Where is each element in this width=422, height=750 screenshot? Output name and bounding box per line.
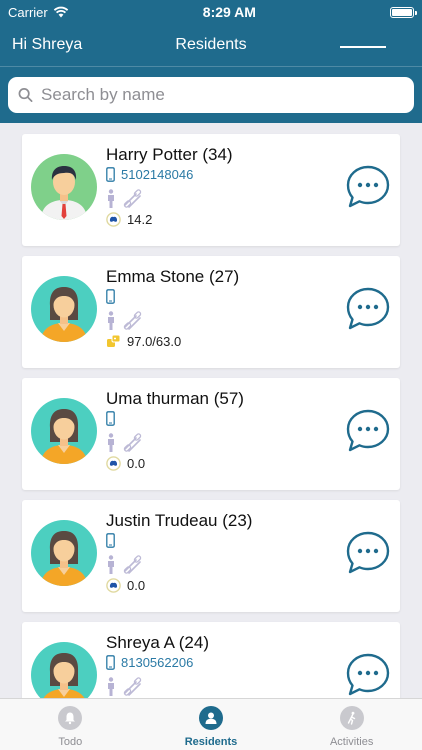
attributes-row [106,555,144,575]
app-header: Carrier 8:29 AM Hi Shreya Residents [0,0,422,123]
female-avatar-icon [31,276,97,342]
person-icon [199,706,223,730]
vital-value: 0.0 [127,578,146,593]
vital-value: 97.0/63.0 [127,334,182,349]
gender-icon [108,555,114,574]
tab-label: Residents [184,736,238,748]
attributes-row [106,433,144,453]
tab-todo[interactable]: Todo [0,699,141,750]
walking-icon [339,706,364,730]
female-avatar-icon [31,398,97,464]
mobile-phone-icon [106,411,115,426]
resident-name: Uma thurman (57) [106,389,244,408]
phone-number[interactable]: 5102148046 [121,167,193,182]
search-bar-container [0,66,422,123]
resident-card[interactable]: Justin Trudeau (23) 0.0 [22,500,400,612]
search-bar[interactable] [8,77,414,113]
vital-row: 97.0/63.0 [106,334,181,349]
mobile-phone-icon [106,655,115,670]
tab-bar: Todo Residents Activities [0,698,422,750]
stomach-icon [106,578,121,593]
chat-bubble-icon[interactable] [345,164,391,210]
chat-bubble-icon[interactable] [345,408,391,454]
gender-icon [108,677,114,696]
resident-name: Harry Potter (34) [106,145,233,164]
female-avatar-icon [31,520,97,586]
gender-icon [108,433,114,452]
phone-row[interactable] [106,289,121,304]
resident-card[interactable]: Uma thurman (57) 0.0 [22,378,400,490]
phone-row[interactable]: 5102148046 [106,167,193,182]
vital-row: 0.0 [106,456,145,471]
link-icon [123,433,142,452]
navigation-bar: Hi Shreya Residents [0,24,422,66]
phone-row[interactable] [106,411,121,426]
tab-label: Todo [58,736,83,748]
battery-icon [390,6,417,18]
status-bar: Carrier 8:29 AM [0,0,422,24]
attributes-row [106,677,144,697]
female-avatar-icon [31,642,97,700]
resident-name: Emma Stone (27) [106,267,240,286]
resident-name: Shreya A (24) [106,633,210,652]
resident-card[interactable]: Shreya A (24) 8130562206 [22,622,400,700]
mobile-phone-icon [106,533,115,548]
gender-icon [108,311,114,330]
link-icon [123,677,142,696]
tab-activities[interactable]: Activities [281,699,422,750]
male-avatar-icon [31,154,97,220]
resident-card[interactable]: Emma Stone (27) 97.0/63.0 [22,256,400,368]
link-icon [123,555,142,574]
chat-bubble-icon[interactable] [345,652,391,698]
stomach-icon [106,456,121,471]
tab-label: Activities [329,736,374,748]
vital-row: 0.0 [106,578,145,593]
residents-list[interactable]: Harry Potter (34) 5102148046 14.2 Emma S… [0,124,422,700]
blood-pressure-icon [107,334,121,347]
bell-icon [58,706,83,730]
chat-bubble-icon[interactable] [345,286,391,332]
menu-indicator[interactable] [340,46,386,48]
link-icon [123,189,142,208]
vital-value: 0.0 [127,456,146,471]
search-icon [18,88,33,102]
resident-card[interactable]: Harry Potter (34) 5102148046 14.2 [22,134,400,246]
attributes-row [106,311,144,331]
vital-value: 14.2 [127,212,153,227]
mobile-phone-icon [106,289,115,304]
carrier-label: Carrier [8,4,48,20]
mobile-phone-icon [106,167,115,182]
page-title: Residents [175,36,247,53]
gender-icon [108,189,114,208]
stomach-icon [106,212,121,227]
vital-row: 14.2 [106,212,152,227]
search-input[interactable] [41,85,404,105]
chat-bubble-icon[interactable] [345,530,391,576]
phone-row[interactable] [106,533,121,548]
resident-name: Justin Trudeau (23) [106,511,253,530]
phone-number[interactable]: 8130562206 [121,655,193,670]
tab-residents[interactable]: Residents [141,699,282,750]
status-time: 8:29 AM [202,4,256,20]
wifi-icon [53,6,68,18]
phone-row[interactable]: 8130562206 [106,655,193,670]
link-icon [123,311,142,330]
attributes-row [106,189,144,209]
